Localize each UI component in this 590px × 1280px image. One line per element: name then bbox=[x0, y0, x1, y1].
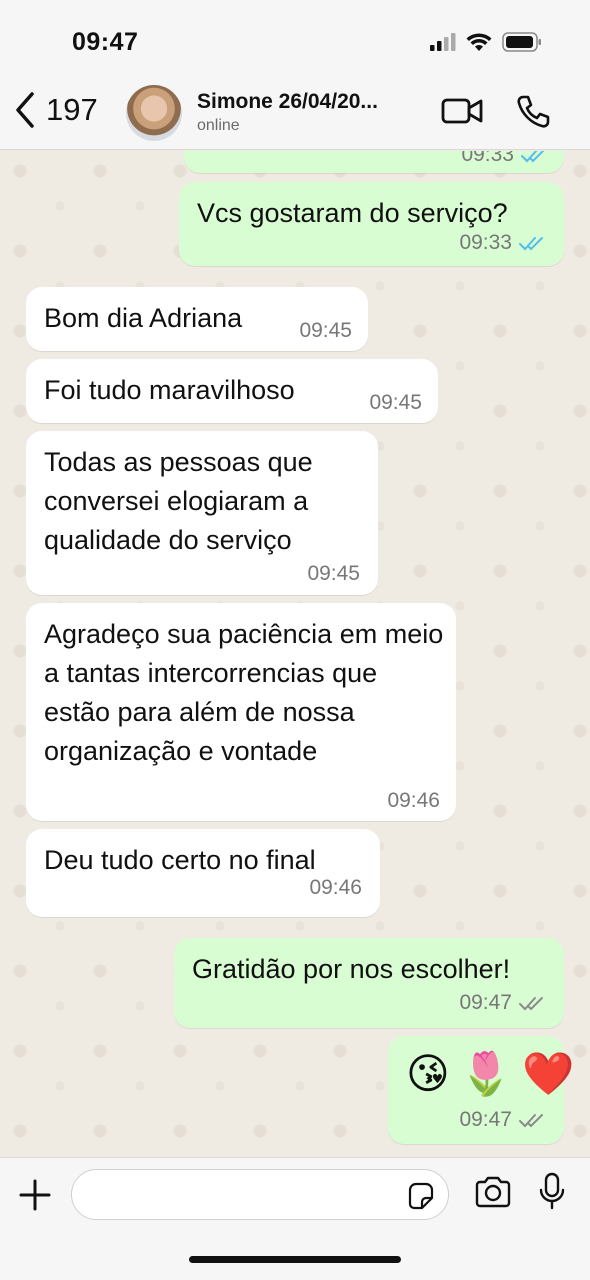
video-call-icon[interactable] bbox=[441, 96, 483, 126]
status-bar: 09:47 bbox=[0, 0, 590, 78]
message-bubble-incoming[interactable]: Foi tudo maravilhoso 09:45 bbox=[26, 359, 438, 423]
camera-icon[interactable] bbox=[474, 1176, 512, 1208]
message-text: Gratidão por nos escolher! bbox=[192, 954, 511, 984]
message-bubble-outgoing[interactable]: 09:33 bbox=[184, 151, 564, 173]
plus-icon[interactable] bbox=[18, 1178, 52, 1212]
signal-icon bbox=[430, 33, 456, 51]
read-ticks-icon bbox=[519, 237, 543, 251]
message-time: 09:33 bbox=[461, 151, 514, 166]
phone-call-icon[interactable] bbox=[515, 94, 551, 130]
contact-name: Simone 26/04/20... bbox=[197, 90, 378, 113]
message-bubble-outgoing[interactable]: Vcs gostaram do serviço? 09:33 bbox=[179, 182, 564, 266]
message-bubble-incoming[interactable]: Bom dia Adriana 09:45 bbox=[26, 287, 368, 351]
delivered-ticks-icon bbox=[519, 997, 543, 1011]
back-chevron-icon bbox=[16, 92, 34, 128]
contact-status: online bbox=[197, 117, 240, 134]
message-time: 09:45 bbox=[307, 562, 360, 585]
message-input-field[interactable] bbox=[88, 1170, 408, 1219]
back-button[interactable]: 197 bbox=[12, 90, 98, 130]
unread-count: 197 bbox=[46, 92, 98, 127]
message-bubble-incoming[interactable]: Deu tudo certo no final 09:46 bbox=[26, 829, 380, 917]
message-time: 09:47 bbox=[459, 1108, 512, 1131]
message-bubble-incoming[interactable]: Agradeço sua paciência em meio a tantas … bbox=[26, 603, 456, 821]
message-time: 09:45 bbox=[299, 319, 352, 342]
message-text: Foi tudo maravilhoso bbox=[44, 375, 295, 405]
message-text: Todas as pessoas que conversei elogiaram… bbox=[44, 447, 313, 555]
wifi-icon bbox=[466, 32, 492, 51]
sticker-icon[interactable] bbox=[406, 1182, 434, 1210]
message-meta: 09:47 bbox=[192, 991, 546, 1015]
message-text: Agradeço sua paciência em meio a tantas … bbox=[44, 619, 444, 766]
message-text: Vcs gostaram do serviço? bbox=[197, 198, 508, 228]
message-input[interactable] bbox=[71, 1169, 449, 1220]
message-meta: 09:33 bbox=[461, 151, 548, 167]
avatar[interactable] bbox=[126, 85, 182, 141]
contact-info[interactable]: Simone 26/04/20... online bbox=[197, 90, 427, 135]
red-heart-emoji: ❤️ bbox=[522, 1050, 575, 1097]
message-time: 09:47 bbox=[459, 991, 512, 1014]
delivered-ticks-icon bbox=[519, 1114, 543, 1128]
home-indicator bbox=[189, 1256, 401, 1263]
message-meta: 09:47 bbox=[406, 1108, 546, 1132]
message-time: 09:45 bbox=[369, 391, 422, 414]
emoji-row: 😘 🌷 ❤️ bbox=[406, 1048, 574, 1100]
message-bubble-outgoing[interactable]: Gratidão por nos escolher! 09:47 bbox=[174, 938, 564, 1028]
chat-area[interactable]: 09:33 Vcs gostaram do serviço? 09:33 Bom… bbox=[0, 151, 590, 1157]
status-time: 09:47 bbox=[72, 28, 139, 56]
message-text: Deu tudo certo no final bbox=[44, 845, 316, 875]
read-ticks-icon bbox=[521, 151, 545, 163]
microphone-icon[interactable] bbox=[538, 1172, 566, 1210]
input-bar bbox=[0, 1157, 590, 1280]
kissing-face-emoji: 😘 bbox=[406, 1050, 450, 1097]
message-bubble-incoming[interactable]: Todas as pessoas que conversei elogiaram… bbox=[26, 431, 378, 595]
message-meta: 09:33 bbox=[197, 231, 546, 255]
message-time: 09:33 bbox=[459, 231, 512, 254]
status-icons bbox=[430, 32, 542, 52]
chat-header: 197 Simone 26/04/20... online bbox=[0, 78, 590, 150]
battery-icon bbox=[502, 32, 541, 52]
tulip-emoji: 🌷 bbox=[459, 1050, 513, 1097]
message-time: 09:46 bbox=[387, 789, 440, 812]
message-bubble-outgoing[interactable]: 😘 🌷 ❤️ 09:47 bbox=[388, 1036, 574, 1144]
